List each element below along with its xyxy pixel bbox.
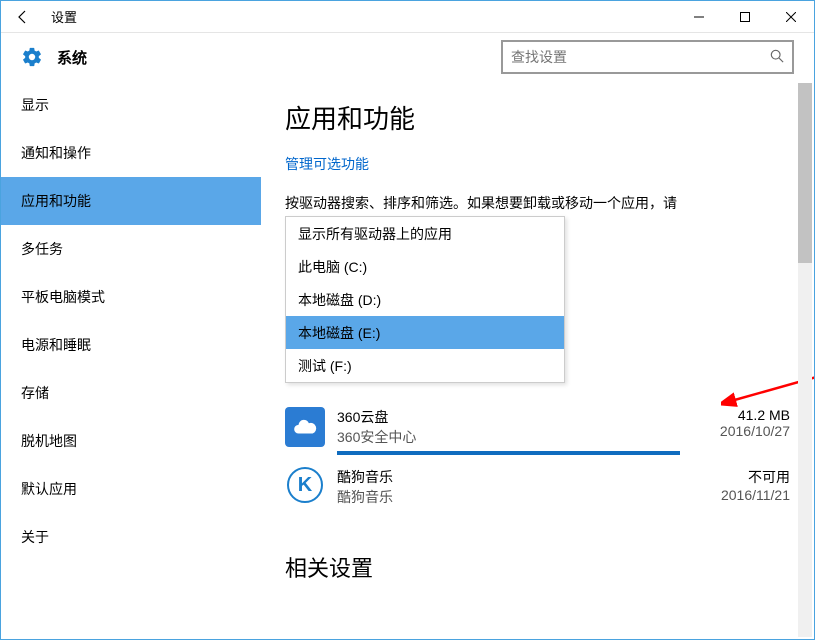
sidebar-item-apps[interactable]: 应用和功能	[1, 177, 261, 225]
titlebar: 设置	[1, 1, 814, 33]
app-date: 2016/11/21	[721, 487, 790, 503]
drive-filter-dropdown[interactable]: 显示所有驱动器上的应用 此电脑 (C:) 本地磁盘 (D:) 本地磁盘 (E:)…	[285, 216, 565, 383]
sidebar-item-about[interactable]: 关于	[1, 513, 261, 561]
back-button[interactable]	[1, 1, 45, 33]
app-date: 2016/10/27	[720, 423, 790, 439]
sidebar-item-power[interactable]: 电源和睡眠	[1, 321, 261, 369]
app-icon-cloud	[285, 407, 325, 447]
minimize-button[interactable]	[676, 1, 722, 33]
sidebar-item-storage[interactable]: 存储	[1, 369, 261, 417]
sidebar-item-tablet[interactable]: 平板电脑模式	[1, 273, 261, 321]
maximize-button[interactable]	[722, 1, 768, 33]
app-progress-bar	[337, 451, 680, 455]
content-pane: 应用和功能 管理可选功能 按驱动器搜索、排序和筛选。如果想要卸载或移动一个应用，…	[261, 81, 814, 640]
settings-window: 设置 系统 显示	[0, 0, 815, 640]
search-input[interactable]	[511, 49, 770, 65]
sidebar-item-default-apps[interactable]: 默认应用	[1, 465, 261, 513]
app-size: 不可用	[721, 467, 790, 487]
search-icon	[770, 49, 784, 66]
app-row[interactable]: K 酷狗音乐 酷狗音乐 不可用 2016/11/21	[285, 461, 790, 521]
app-name: 酷狗音乐	[337, 467, 721, 487]
sidebar-item-display[interactable]: 显示	[1, 81, 261, 129]
related-heading: 相关设置	[285, 551, 790, 583]
scrollbar[interactable]	[798, 83, 812, 637]
sidebar-item-multitask[interactable]: 多任务	[1, 225, 261, 273]
window-controls	[676, 1, 814, 33]
app-list: 360云盘 360安全中心 41.2 MB 2016/10/27 K 酷狗音乐 …	[285, 401, 790, 521]
sidebar-item-notifications[interactable]: 通知和操作	[1, 129, 261, 177]
subheader: 系统	[1, 33, 814, 81]
sidebar-item-maps[interactable]: 脱机地图	[1, 417, 261, 465]
dropdown-option-all[interactable]: 显示所有驱动器上的应用	[286, 217, 564, 250]
app-row[interactable]: 360云盘 360安全中心 41.2 MB 2016/10/27	[285, 401, 790, 461]
sidebar: 显示 通知和操作 应用和功能 多任务 平板电脑模式 电源和睡眠 存储 脱机地图 …	[1, 81, 261, 640]
dropdown-option-c[interactable]: 此电脑 (C:)	[286, 250, 564, 283]
app-name: 360云盘	[337, 407, 720, 427]
dropdown-option-d[interactable]: 本地磁盘 (D:)	[286, 283, 564, 316]
app-icon-kugou: K	[287, 467, 323, 503]
filter-description: 按驱动器搜索、排序和筛选。如果想要卸载或移动一个应用，请	[285, 192, 790, 214]
page-category: 系统	[57, 47, 87, 68]
page-heading: 应用和功能	[285, 99, 790, 136]
manage-optional-link[interactable]: 管理可选功能	[285, 154, 369, 174]
dropdown-option-e[interactable]: 本地磁盘 (E:)	[286, 316, 564, 349]
close-button[interactable]	[768, 1, 814, 33]
app-size: 41.2 MB	[720, 407, 790, 423]
app-publisher: 360安全中心	[337, 427, 720, 447]
search-box[interactable]	[501, 40, 794, 74]
app-publisher: 酷狗音乐	[337, 487, 721, 507]
scrollbar-thumb[interactable]	[798, 83, 812, 263]
window-title: 设置	[51, 7, 77, 26]
gear-icon	[21, 46, 43, 68]
dropdown-option-f[interactable]: 测试 (F:)	[286, 349, 564, 382]
